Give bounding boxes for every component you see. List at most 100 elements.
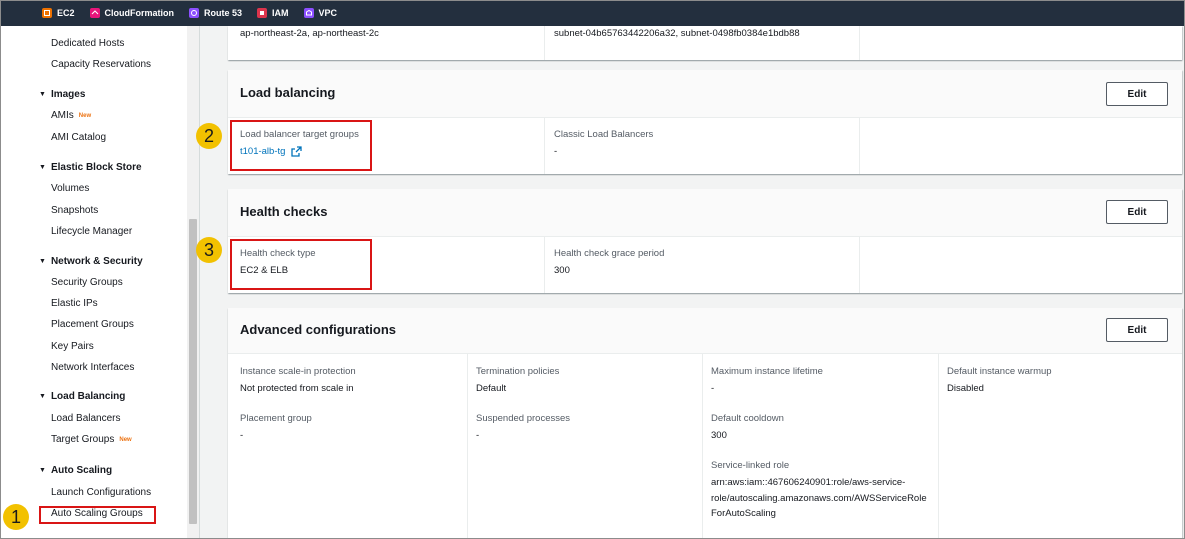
favorite-ec2[interactable]: EC2 — [42, 0, 75, 26]
panel-header: Load balancing Edit — [228, 70, 1182, 118]
placement-group-label: Placement group — [240, 413, 312, 424]
sidebar-item-key-pairs[interactable]: Key Pairs — [51, 341, 94, 352]
sidebar-item-placement-groups[interactable]: Placement Groups — [51, 319, 134, 330]
scale-in-protection-label: Instance scale-in protection — [240, 366, 356, 377]
iam-icon — [257, 8, 268, 18]
column-divider — [544, 118, 545, 174]
advanced-configurations-panel: Advanced configurations Edit Instance sc… — [228, 308, 1182, 539]
sidebar-item-security-groups[interactable]: Security Groups — [51, 277, 123, 288]
column-divider — [544, 237, 545, 293]
sidebar-item-amis[interactable]: AMIs New — [51, 110, 91, 121]
sidebar-item-auto-scaling-groups[interactable]: Auto Scaling Groups — [51, 508, 143, 519]
caret-down-icon: ▼ — [39, 164, 46, 171]
sidebar-item-label: Target Groups — [51, 434, 115, 445]
route53-icon — [189, 8, 200, 18]
caret-down-icon: ▼ — [39, 467, 46, 474]
health-check-type-value: EC2 & ELB — [240, 265, 289, 276]
classic-lb-label: Classic Load Balancers — [554, 129, 654, 140]
default-instance-warmup-value: Disabled — [947, 383, 984, 394]
classic-lb-value: - — [554, 146, 558, 157]
sidebar-item-elastic-ips[interactable]: Elastic IPs — [51, 298, 98, 309]
favorite-label: VPC — [318, 8, 338, 18]
caret-down-icon: ▼ — [39, 393, 46, 400]
load-balancing-title: Load balancing — [240, 85, 336, 100]
advanced-configurations-title: Advanced configurations — [240, 322, 397, 337]
new-badge: New — [78, 113, 92, 119]
caret-down-icon: ▼ — [39, 258, 46, 265]
sidebar-item-target-groups[interactable]: Target Groups New — [51, 434, 132, 445]
sidebar-item-load-balancers[interactable]: Load Balancers — [51, 413, 121, 424]
external-link-icon — [291, 146, 303, 157]
termination-policies-label: Termination policies — [476, 366, 560, 377]
favorite-route53[interactable]: Route 53 — [189, 0, 242, 26]
sidebar-scroll-thumb[interactable] — [189, 219, 197, 524]
health-check-type-label: Health check type — [240, 248, 316, 259]
network-panel: ap-northeast-2a, ap-northeast-2c subnet-… — [228, 26, 1182, 60]
sidebar-section-auto-scaling[interactable]: ▼ Auto Scaling — [39, 465, 112, 476]
favorite-vpc[interactable]: VPC — [303, 0, 338, 26]
target-group-link-text: t101-alb-tg — [240, 146, 286, 157]
sidebar-section-label: Load Balancing — [50, 391, 126, 402]
scale-in-protection-value: Not protected from scale in — [240, 383, 354, 394]
sidebar-item-launch-configurations[interactable]: Launch Configurations — [51, 487, 151, 498]
subnets-value: subnet-04b65763442206a32, subnet-0498fb0… — [554, 28, 800, 39]
favorite-cloudformation[interactable]: CloudFormation — [89, 0, 175, 26]
default-cooldown-label: Default cooldown — [711, 413, 784, 424]
sidebar-section-label: Images — [50, 89, 86, 100]
column-divider — [467, 354, 468, 539]
service-linked-role-label: Service-linked role — [711, 460, 790, 471]
sidebar-section-label: Elastic Block Store — [50, 162, 142, 173]
target-group-link[interactable]: t101-alb-tg — [240, 146, 303, 157]
service-linked-role-line-1: arn:aws:iam::467606240901:role/aws-servi… — [711, 477, 906, 488]
vpc-icon — [303, 8, 314, 18]
sidebar-item-dedicated-hosts[interactable]: Dedicated Hosts — [51, 38, 124, 49]
column-divider — [859, 26, 860, 60]
sidebar-section-images[interactable]: ▼ Images — [39, 89, 85, 100]
default-cooldown-value: 300 — [711, 430, 727, 441]
sidebar-item-label: AMIs — [51, 110, 74, 121]
favorite-label: IAM — [272, 8, 289, 18]
favorite-label: CloudFormation — [104, 8, 175, 18]
edit-health-checks-button[interactable]: Edit — [1106, 200, 1168, 224]
column-divider — [859, 237, 860, 293]
caret-down-icon: ▼ — [39, 91, 46, 98]
grace-period-value: 300 — [554, 265, 570, 276]
service-linked-role-line-3: ForAutoScaling — [711, 508, 776, 519]
sidebar-section-network-security[interactable]: ▼ Network & Security — [39, 256, 143, 267]
health-checks-panel: Health checks Edit Health check type EC2… — [228, 189, 1182, 293]
sidebar-item-volumes[interactable]: Volumes — [51, 183, 89, 194]
termination-policies-value: Default — [476, 383, 507, 394]
cloudformation-icon — [89, 8, 100, 18]
target-groups-label: Load balancer target groups — [240, 129, 359, 140]
sidebar-section-load-balancing[interactable]: ▼ Load Balancing — [39, 391, 125, 402]
grace-period-label: Health check grace period — [554, 248, 665, 259]
main-divider — [199, 26, 200, 539]
sidebar-item-network-interfaces[interactable]: Network Interfaces — [51, 362, 134, 373]
max-instance-lifetime-value: - — [711, 383, 715, 394]
edit-advanced-configurations-button[interactable]: Edit — [1106, 318, 1168, 342]
suspended-processes-value: - — [476, 430, 480, 441]
sidebar-section-ebs[interactable]: ▼ Elastic Block Store — [39, 162, 142, 173]
new-badge: New — [119, 437, 132, 443]
sidebar-item-capacity-reservations[interactable]: Capacity Reservations — [51, 59, 151, 70]
favorite-iam[interactable]: IAM — [257, 0, 289, 26]
service-linked-role-line-2: role/autoscaling.amazonaws.com/AWSServic… — [711, 493, 927, 504]
availability-zones-value: ap-northeast-2a, ap-northeast-2c — [240, 28, 379, 39]
favorites-bar: EC2 CloudFormation Route 53 IAM VPC — [0, 0, 1185, 26]
sidebar-item-snapshots[interactable]: Snapshots — [51, 205, 98, 216]
default-instance-warmup-label: Default instance warmup — [947, 366, 1052, 377]
sidebar-item-lifecycle-manager[interactable]: Lifecycle Manager — [51, 226, 132, 237]
column-divider — [859, 118, 860, 174]
favorite-label: Route 53 — [204, 8, 243, 18]
panel-header: Health checks Edit — [228, 189, 1182, 237]
edit-load-balancing-button[interactable]: Edit — [1106, 82, 1168, 106]
sidebar-item-ami-catalog[interactable]: AMI Catalog — [51, 132, 106, 143]
suspended-processes-label: Suspended processes — [476, 413, 571, 424]
column-divider — [938, 354, 939, 539]
panel-header: Advanced configurations Edit — [228, 308, 1182, 354]
favorite-label: EC2 — [57, 8, 75, 18]
placement-group-value: - — [240, 430, 244, 441]
sidebar-section-label: Network & Security — [50, 256, 143, 267]
sidebar-section-label: Auto Scaling — [50, 465, 113, 476]
column-divider — [702, 354, 703, 539]
